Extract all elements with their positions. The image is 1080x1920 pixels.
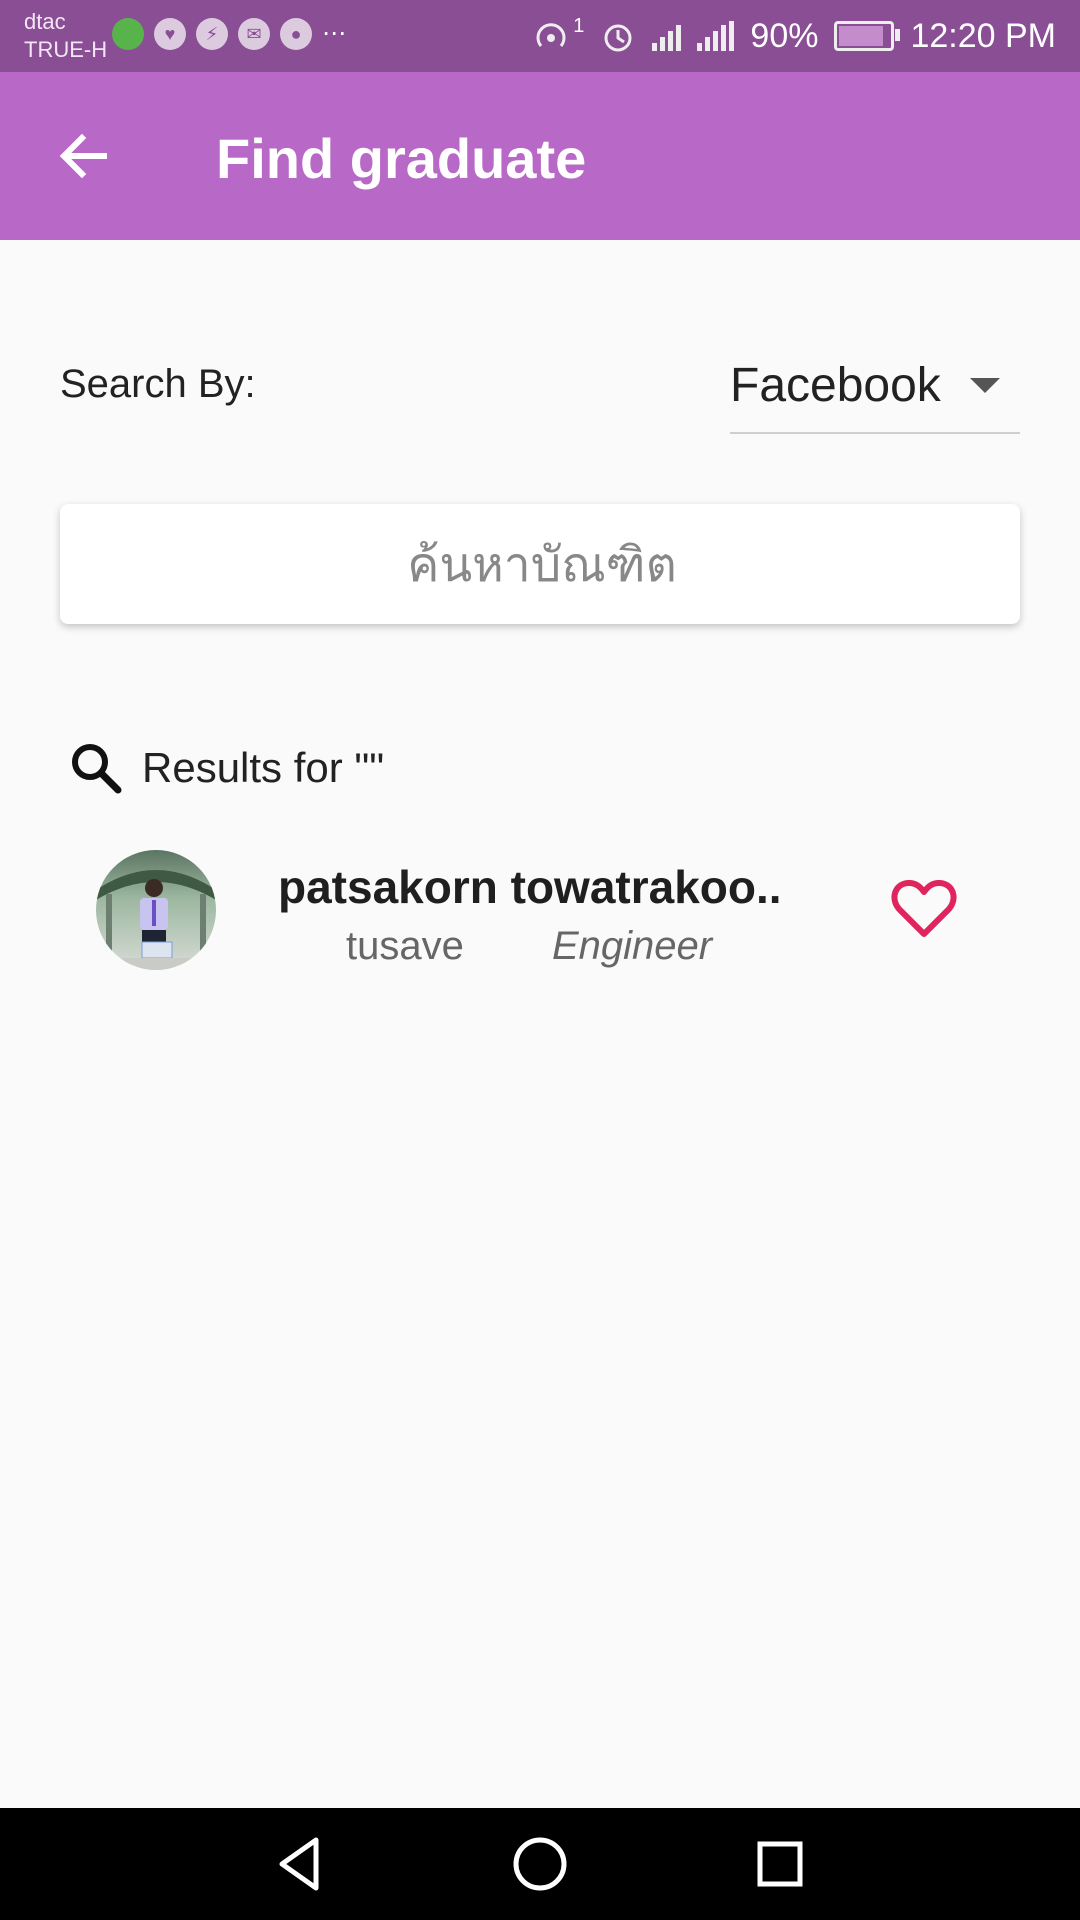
result-job: Engineer [552,924,713,968]
results-heading: Results for "" [64,736,384,800]
clock: 12:20 PM [910,17,1056,55]
gmail-icon: ✉ [238,18,270,50]
signal-4g-icon [697,21,735,51]
status-bar: dtac TRUE-H ♥ ⚡ ✉ ● ⋯ 1 90% 12:20 PM [0,0,1080,72]
notification-icons: ♥ ⚡ ✉ ● ⋯ [112,18,346,50]
avatar [96,850,216,970]
search-by-label: Search By: [60,362,256,406]
triangle-back-icon [279,1837,319,1891]
circle-home-icon [513,1837,567,1891]
arrow-back-icon [59,133,107,179]
signal-icon [652,21,682,51]
avatar-photo [96,870,216,970]
nav-recents-button[interactable] [748,1832,812,1896]
result-name: patsakorn towatrakoo.. [278,861,782,913]
hotspot-count: 1 [573,15,585,37]
app-bar: Find graduate [0,72,1080,240]
battery-percent: 90% [750,17,819,55]
carrier-1: dtac [24,9,66,34]
search-by-dropdown[interactable]: Facebook [730,350,1020,434]
results-text: Results for "" [142,744,385,791]
hotspot-icon [536,23,566,47]
back-button[interactable] [44,116,124,196]
nav-home-button[interactable] [508,1832,572,1896]
chat-icon: ● [280,18,312,50]
carrier-2: TRUE-H [24,37,108,62]
search-box [60,504,1024,626]
navigation-bar [0,1808,1080,1920]
alarm-icon [604,24,632,52]
messenger-icon: ⚡ [196,18,228,50]
search-by-value: Facebook [730,359,941,412]
more-icon: ⋯ [322,20,346,47]
heart-outline-icon [891,879,957,937]
dropdown-arrow-icon [970,378,1000,393]
square-recents-icon [757,1841,803,1887]
favorite-button[interactable] [884,868,964,948]
search-input[interactable] [60,504,1024,626]
list-item[interactable]: patsakorn towatrakoo.. tusave Engineer [60,840,1020,990]
heart-pulse-icon: ♥ [154,18,186,50]
search-icon [72,744,122,794]
carrier-names: dtac TRUE-H [24,8,107,64]
nav-back-button[interactable] [268,1832,332,1896]
page-title: Find graduate [216,127,587,190]
battery-icon [834,21,901,51]
result-username: tusave [346,924,464,968]
system-status: 1 90% 12:20 PM [531,14,1056,58]
globe-icon [112,18,144,50]
